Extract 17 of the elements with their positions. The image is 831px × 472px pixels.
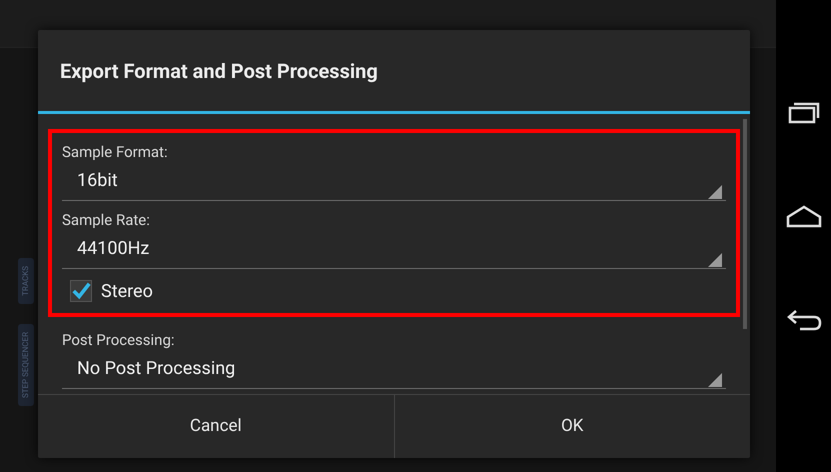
checkbox-label: Stereo [101, 280, 153, 304]
dropdown-field[interactable]: 16bit [62, 169, 726, 201]
field-label: Post Processing: [61, 330, 176, 350]
dialog-button[interactable]: Cancel [38, 395, 394, 458]
dropdown-field[interactable]: No Post Processing [62, 357, 726, 389]
dropdown-corner-icon [708, 253, 722, 267]
back-icon[interactable] [786, 308, 822, 332]
field-label: Sample Format: [61, 142, 169, 162]
checkbox[interactable] [70, 280, 92, 302]
dialog-title: Export Format and Post Processing [60, 58, 378, 84]
recent-apps-icon[interactable] [788, 100, 820, 124]
dropdown-corner-icon [708, 185, 722, 199]
dropdown-corner-icon [708, 373, 722, 387]
dialog-button[interactable]: OK [394, 395, 750, 458]
field-label: Sample Rate: [61, 210, 151, 230]
dropdown-field[interactable]: 44100Hz [62, 237, 726, 269]
home-icon[interactable] [786, 204, 822, 228]
